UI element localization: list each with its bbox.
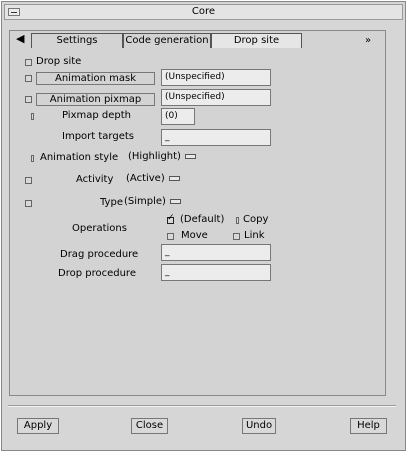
title-bar: Core xyxy=(4,4,403,20)
operations-default-label: (Default) xyxy=(180,214,225,225)
activity-checkbox[interactable] xyxy=(25,177,32,184)
pixmap-depth-checkbox[interactable] xyxy=(31,113,34,120)
animation-pixmap-field[interactable]: (Unspecified) xyxy=(161,89,271,106)
pixmap-depth-field[interactable]: (0) xyxy=(161,108,195,125)
operations-copy-checkbox[interactable] xyxy=(236,217,239,224)
button-separator xyxy=(8,405,396,407)
type-checkbox[interactable] xyxy=(25,200,32,207)
undo-button[interactable]: Undo xyxy=(242,418,276,434)
animation-style-label: Animation style xyxy=(40,152,119,163)
drag-procedure-field[interactable]: _ xyxy=(161,244,271,261)
tab-code-generation[interactable]: Code generation xyxy=(123,33,211,48)
operations-move-checkbox[interactable] xyxy=(167,233,174,240)
animation-pixmap-label: Animation pixmap xyxy=(36,93,155,106)
drag-procedure-label: Drag procedure xyxy=(60,249,139,260)
animation-mask-field[interactable]: (Unspecified) xyxy=(161,69,271,86)
tab-settings[interactable]: Settings xyxy=(31,33,123,48)
window-title: Core xyxy=(191,6,216,17)
activity-value: (Active) xyxy=(126,173,165,184)
option-menu-icon xyxy=(184,153,196,159)
activity-menu[interactable]: (Active) xyxy=(126,172,180,186)
drop-site-label: Drop site xyxy=(36,56,82,67)
pixmap-depth-label: Pixmap depth xyxy=(62,110,132,121)
drop-procedure-label: Drop procedure xyxy=(58,268,136,279)
animation-style-menu[interactable]: (Highlight) xyxy=(128,150,196,164)
right-arrow-icon[interactable]: » xyxy=(365,35,371,47)
drop-procedure-field[interactable]: _ xyxy=(161,264,271,281)
option-menu-icon xyxy=(169,198,181,204)
operations-label: Operations xyxy=(72,223,127,234)
operations-move-label: Move xyxy=(181,230,208,241)
help-button[interactable]: Help xyxy=(350,418,387,434)
activity-label: Activity xyxy=(76,174,114,185)
animation-pixmap-checkbox[interactable] xyxy=(25,96,32,103)
type-menu[interactable]: (Simple) xyxy=(124,195,181,209)
left-arrow-icon[interactable]: ◀ xyxy=(16,33,24,45)
import-targets-field[interactable]: _ xyxy=(161,129,271,146)
checkmark-icon: ✓ xyxy=(167,213,175,223)
animation-mask-checkbox[interactable] xyxy=(25,75,32,82)
apply-button[interactable]: Apply xyxy=(17,418,59,434)
type-label: Type xyxy=(100,197,123,208)
option-menu-icon xyxy=(168,175,180,181)
operations-link-label: Link xyxy=(244,230,265,241)
import-targets-label: Import targets xyxy=(62,131,134,142)
animation-style-checkbox[interactable] xyxy=(31,155,34,162)
operations-link-checkbox[interactable] xyxy=(233,233,240,240)
drop-site-checkbox[interactable] xyxy=(25,59,32,66)
operations-copy-label: Copy xyxy=(243,214,269,225)
tab-drop-site[interactable]: Drop site xyxy=(211,33,302,48)
animation-mask-label: Animation mask xyxy=(36,72,155,85)
animation-style-value: (Highlight) xyxy=(128,151,181,162)
type-value: (Simple) xyxy=(124,196,166,207)
close-button[interactable]: Close xyxy=(131,418,168,434)
